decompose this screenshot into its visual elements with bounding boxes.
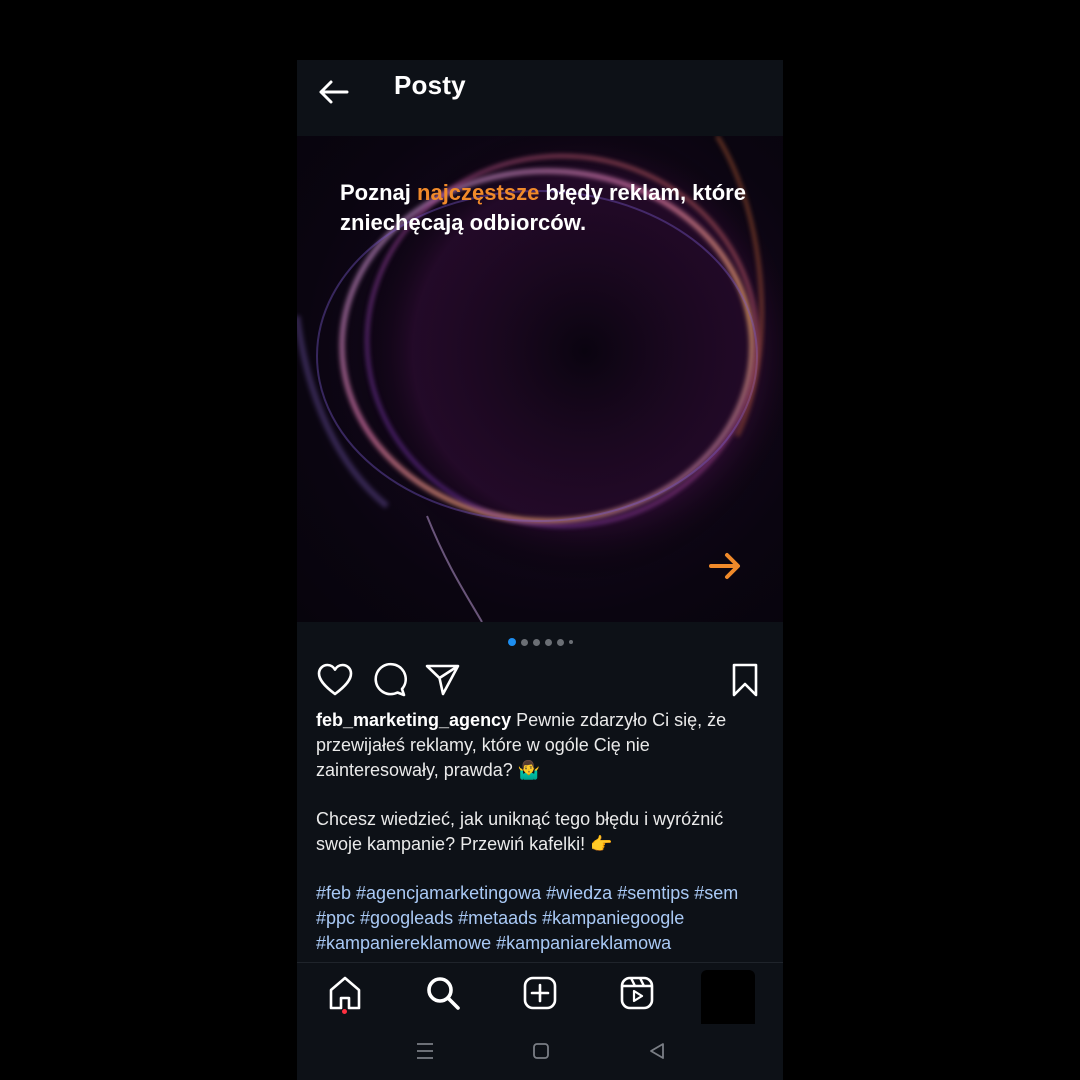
back-button[interactable] xyxy=(315,72,355,112)
post-headline: Poznaj najczęstsze błędy reklam, które z… xyxy=(340,178,760,238)
home-system-button[interactable] xyxy=(528,1038,554,1064)
nav-home[interactable] xyxy=(325,973,365,1014)
headline-text: Poznaj xyxy=(340,180,418,205)
home-icon xyxy=(329,976,361,1010)
save-button[interactable] xyxy=(725,660,765,700)
status-bar xyxy=(297,0,783,60)
redacted-status-icons xyxy=(609,16,783,46)
send-icon xyxy=(425,664,460,696)
square-icon xyxy=(533,1043,549,1059)
carousel-dot xyxy=(532,638,540,646)
post-media[interactable]: Poznaj najczęstsze błędy reklam, które z… xyxy=(297,136,783,622)
notification-dot xyxy=(342,1009,347,1014)
carousel-dot-active xyxy=(507,638,516,646)
page-title: Posty xyxy=(394,70,466,100)
redacted-time xyxy=(355,16,445,44)
back-system-button[interactable] xyxy=(644,1038,670,1064)
bookmark-icon xyxy=(732,663,758,697)
search-icon xyxy=(427,977,460,1010)
triangle-back-icon xyxy=(650,1043,664,1059)
next-slide-button[interactable] xyxy=(705,546,745,586)
carousel-dot xyxy=(520,638,528,646)
comment-icon xyxy=(374,662,407,697)
nav-reels[interactable] xyxy=(617,973,657,1013)
carousel-indicator xyxy=(297,636,783,648)
carousel-dot xyxy=(544,638,552,646)
arrow-left-icon xyxy=(319,80,349,104)
headline-accent: najczęstsze xyxy=(417,180,540,205)
nav-search[interactable] xyxy=(423,973,463,1013)
nav-create[interactable] xyxy=(520,973,560,1013)
menu-icon xyxy=(417,1043,433,1059)
post-caption: feb_marketing_agency Pewnie zdarzyło Ci … xyxy=(316,708,771,956)
comment-button[interactable] xyxy=(369,660,409,700)
caption-paragraph-2: Chcesz wiedzieć, jak uniknąć tego błędu … xyxy=(316,809,724,854)
caption-paragraph-1: feb_marketing_agency Pewnie zdarzyło Ci … xyxy=(316,708,771,783)
carousel-dot xyxy=(556,638,564,646)
share-button[interactable] xyxy=(423,660,463,700)
create-icon xyxy=(523,976,557,1010)
arrow-right-icon xyxy=(709,553,740,579)
system-navigation xyxy=(297,1024,783,1080)
phone-screen: Posty Poznaj najczęstsze błędy reklam, k… xyxy=(297,0,783,1080)
post-actions xyxy=(297,660,783,700)
reels-icon xyxy=(620,976,654,1010)
caption-hashtags[interactable]: #feb #agencjamarketingowa #wiedza #semti… xyxy=(316,881,771,956)
heart-icon xyxy=(317,663,353,696)
top-bar: Posty xyxy=(297,60,783,136)
caption-username[interactable]: feb_marketing_agency xyxy=(316,710,511,730)
like-button[interactable] xyxy=(315,660,355,700)
carousel-dot xyxy=(568,640,573,644)
recent-apps-button[interactable] xyxy=(412,1038,438,1064)
